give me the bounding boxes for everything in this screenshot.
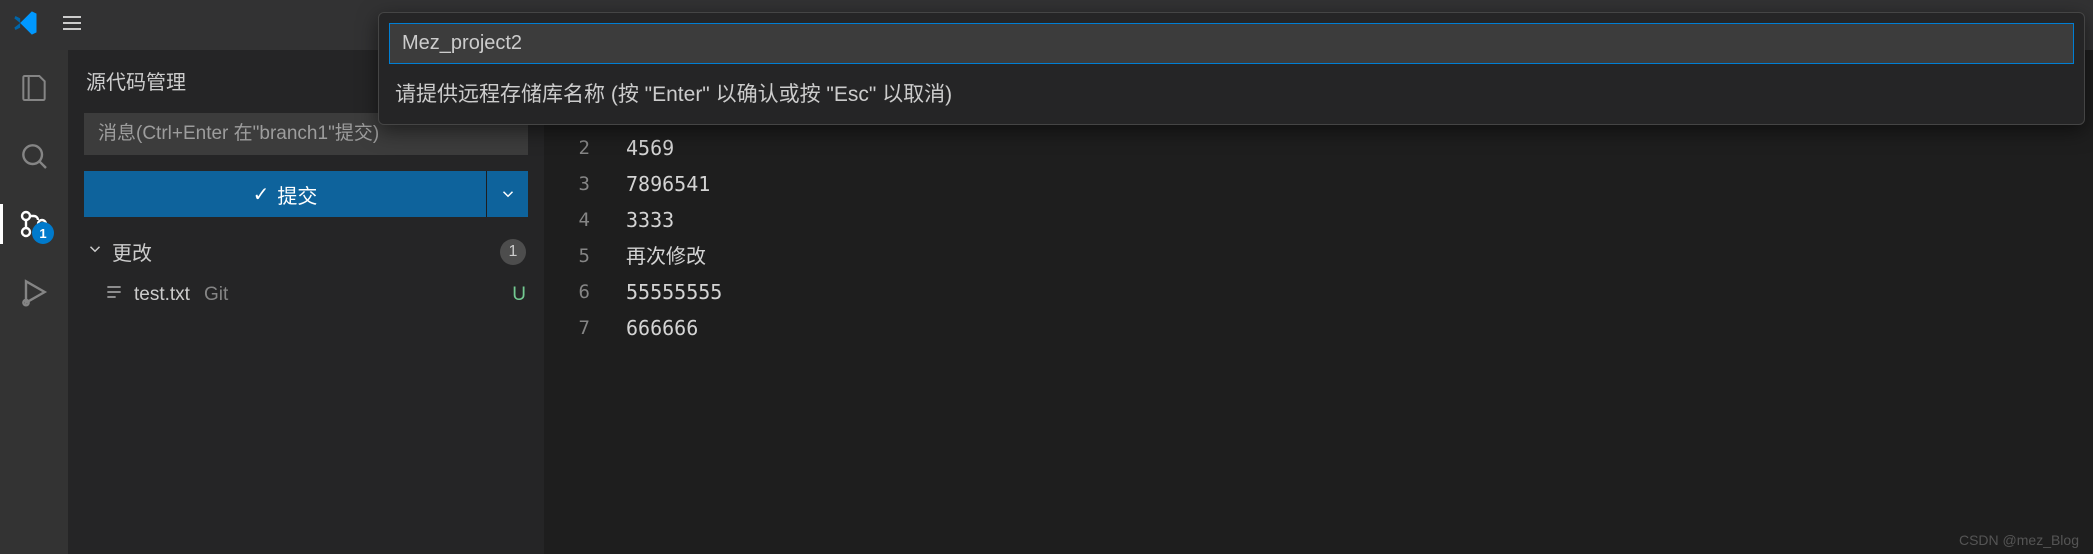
quick-input-hint: 请提供远程存储库名称 (按 "Enter" 以确认或按 "Esc" 以取消) [389, 64, 2074, 114]
changed-file-item[interactable]: test.txt Git U [68, 276, 544, 314]
line-number: 6 [544, 274, 590, 310]
commit-button[interactable]: ✓ 提交 [84, 171, 486, 217]
line-number: 2 [544, 130, 590, 166]
line-number: 3 [544, 166, 590, 202]
quick-input-panel: 请提供远程存储库名称 (按 "Enter" 以确认或按 "Esc" 以取消) [378, 12, 2085, 125]
file-path: Git [204, 284, 228, 306]
vscode-logo-icon [12, 9, 40, 42]
file-name: test.txt [134, 284, 190, 306]
editor-area: Git › 1.txt 1234567 123456978965413333再次… [544, 50, 2093, 554]
check-icon: ✓ [253, 182, 270, 207]
menu-icon[interactable] [60, 11, 84, 40]
search-icon[interactable] [18, 140, 50, 172]
line-number-gutter: 1234567 [544, 94, 614, 554]
line-number: 7 [544, 310, 590, 346]
changes-section-header[interactable]: 更改 1 [68, 227, 544, 276]
chevron-down-icon [86, 240, 104, 264]
scm-sidebar: 源代码管理 ✓ 提交 更改 1 test.txt Git [68, 50, 544, 554]
changes-count-badge: 1 [500, 239, 526, 265]
scm-icon[interactable]: 1 [18, 208, 50, 240]
remote-name-input[interactable] [389, 23, 2074, 64]
watermark: CSDN @mez_Blog [1959, 532, 2079, 548]
code-line[interactable]: 666666 [626, 310, 2093, 346]
activity-bar: 1 [0, 50, 68, 554]
scm-badge: 1 [32, 222, 54, 244]
sidebar-title: 源代码管理 [86, 66, 186, 95]
line-number: 4 [544, 202, 590, 238]
editor-code[interactable]: 123456978965413333再次修改55555555666666 [614, 94, 2093, 554]
commit-button-label: 提交 [277, 180, 317, 209]
code-line[interactable]: 55555555 [626, 274, 2093, 310]
code-line[interactable]: 7896541 [626, 166, 2093, 202]
file-icon [104, 282, 124, 308]
line-number: 5 [544, 238, 590, 274]
file-status-badge: U [512, 284, 526, 306]
explorer-icon[interactable] [18, 72, 50, 104]
run-debug-icon[interactable] [18, 276, 50, 308]
code-line[interactable]: 4569 [626, 130, 2093, 166]
changes-label: 更改 [112, 237, 152, 266]
code-line[interactable]: 3333 [626, 202, 2093, 238]
commit-dropdown-button[interactable] [486, 171, 528, 217]
code-line[interactable]: 再次修改 [626, 238, 2093, 274]
